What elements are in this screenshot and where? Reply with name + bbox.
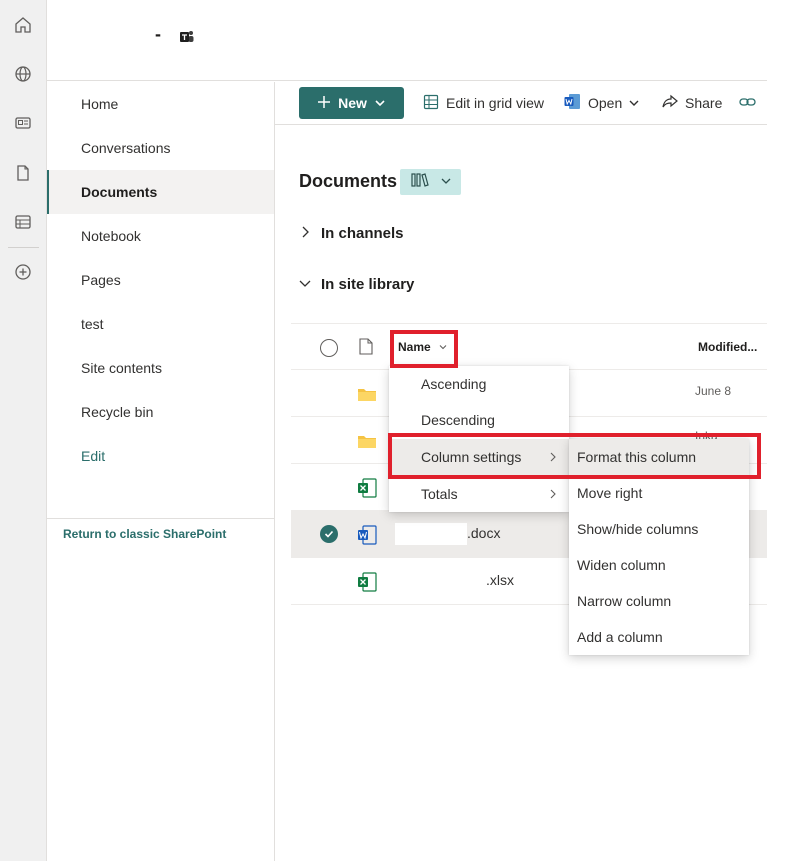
word-icon bbox=[564, 93, 581, 113]
menu-item-show-hide-columns[interactable]: Show/hide columns bbox=[569, 511, 749, 547]
app-rail bbox=[0, 0, 47, 861]
column-header-menu: Ascending Descending Column settings Tot… bbox=[389, 366, 569, 512]
chevron-down-icon bbox=[439, 340, 447, 354]
rail-separator bbox=[8, 247, 39, 248]
section-label: In site library bbox=[321, 275, 415, 293]
copy-link-button[interactable] bbox=[739, 87, 757, 119]
menu-item-label: Narrow column bbox=[577, 593, 672, 609]
teams-icon[interactable] bbox=[179, 29, 195, 45]
row-file-name[interactable]: .xlsx bbox=[486, 572, 514, 588]
menu-item-label: Move right bbox=[577, 485, 643, 501]
list-icon[interactable] bbox=[12, 211, 34, 233]
menu-item-column-settings[interactable]: Column settings bbox=[389, 439, 569, 475]
menu-item-label: Show/hide columns bbox=[577, 521, 699, 537]
menu-item-label: Add a column bbox=[577, 629, 663, 645]
share-button-label: Share bbox=[685, 95, 723, 111]
menu-item-label: Descending bbox=[421, 412, 495, 428]
modified-column-header[interactable]: Modified... bbox=[698, 340, 757, 354]
new-button[interactable]: New bbox=[299, 87, 404, 119]
nav-item-home[interactable]: Home bbox=[47, 82, 274, 126]
excel-icon bbox=[357, 478, 377, 498]
grid-icon bbox=[423, 94, 439, 113]
chevron-right-icon bbox=[299, 225, 311, 242]
plus-icon bbox=[318, 95, 331, 111]
menu-item-label: Widen column bbox=[577, 557, 666, 573]
news-icon[interactable] bbox=[12, 112, 34, 134]
edit-in-grid-view-label: Edit in grid view bbox=[446, 95, 545, 111]
folder-icon bbox=[357, 431, 377, 451]
menu-item-format-this-column[interactable]: Format this column bbox=[569, 439, 749, 475]
share-icon bbox=[662, 94, 678, 113]
chevron-down-icon bbox=[375, 95, 385, 111]
select-all-radio[interactable] bbox=[320, 339, 338, 357]
menu-item-descending[interactable]: Descending bbox=[389, 402, 569, 438]
chevron-down-icon bbox=[299, 276, 311, 293]
site-header: - bbox=[47, 0, 767, 81]
table-header: Name Modified... bbox=[291, 323, 767, 370]
open-button-label: Open bbox=[588, 95, 623, 111]
chevron-right-icon bbox=[549, 449, 557, 465]
open-button[interactable]: Open bbox=[564, 87, 639, 119]
menu-item-label: Ascending bbox=[421, 376, 487, 392]
command-bar: New Edit in grid view Open Share bbox=[275, 82, 767, 125]
excel-icon bbox=[357, 572, 377, 592]
row-file-name[interactable]: .docx bbox=[467, 525, 500, 541]
chevron-right-icon bbox=[549, 486, 557, 502]
row-modified: June 8 bbox=[695, 384, 732, 398]
library-view-icon bbox=[410, 172, 429, 193]
globe-icon[interactable] bbox=[12, 63, 34, 85]
file-type-icon[interactable] bbox=[359, 338, 373, 360]
nav-separator bbox=[47, 518, 274, 519]
nav-item-pages[interactable]: Pages bbox=[47, 258, 274, 302]
left-navigation: Home Conversations Documents Notebook Pa… bbox=[47, 82, 275, 861]
share-button[interactable]: Share bbox=[662, 87, 722, 119]
folder-icon bbox=[357, 384, 377, 404]
home-icon[interactable] bbox=[12, 14, 34, 36]
redacted-name bbox=[395, 523, 467, 545]
menu-item-label: Totals bbox=[421, 486, 458, 502]
chevron-down-icon bbox=[441, 173, 451, 191]
nav-item-conversations[interactable]: Conversations bbox=[47, 126, 274, 170]
menu-item-label: Format this column bbox=[577, 449, 697, 465]
add-icon[interactable] bbox=[12, 261, 34, 283]
menu-item-label: Column settings bbox=[421, 449, 522, 465]
nav-item-recycle-bin[interactable]: Recycle bin bbox=[47, 390, 274, 434]
document-icon[interactable] bbox=[12, 162, 34, 184]
link-icon bbox=[739, 94, 757, 113]
nav-item-notebook[interactable]: Notebook bbox=[47, 214, 274, 258]
nav-item-site-contents[interactable]: Site contents bbox=[47, 346, 274, 390]
name-column-label: Name bbox=[398, 340, 431, 354]
section-in-channels[interactable]: In channels bbox=[299, 221, 404, 245]
menu-item-narrow-column[interactable]: Narrow column bbox=[569, 583, 749, 619]
menu-item-totals[interactable]: Totals bbox=[389, 476, 569, 512]
section-label: In channels bbox=[321, 224, 404, 242]
return-to-classic-link[interactable]: Return to classic SharePoint bbox=[63, 527, 226, 541]
section-in-site-library[interactable]: In site library bbox=[299, 272, 414, 296]
new-button-label: New bbox=[338, 95, 367, 111]
nav-edit-link[interactable]: Edit bbox=[47, 434, 274, 478]
column-settings-submenu: Format this column Move right Show/hide … bbox=[569, 439, 749, 655]
chevron-down-icon bbox=[629, 95, 639, 111]
word-icon bbox=[357, 525, 377, 545]
menu-item-move-right[interactable]: Move right bbox=[569, 475, 749, 511]
edit-in-grid-view-button[interactable]: Edit in grid view bbox=[423, 87, 544, 119]
menu-item-ascending[interactable]: Ascending bbox=[389, 366, 569, 402]
view-switcher[interactable] bbox=[400, 169, 461, 195]
library-title: Documents bbox=[299, 171, 398, 191]
name-column-header[interactable]: Name bbox=[398, 340, 447, 354]
menu-item-widen-column[interactable]: Widen column bbox=[569, 547, 749, 583]
nav-item-documents[interactable]: Documents bbox=[47, 170, 274, 214]
menu-item-add-a-column[interactable]: Add a column bbox=[569, 619, 749, 655]
nav-item-test[interactable]: test bbox=[47, 302, 274, 346]
site-title-separator: - bbox=[155, 24, 161, 44]
row-selected-check-icon[interactable] bbox=[320, 525, 338, 543]
